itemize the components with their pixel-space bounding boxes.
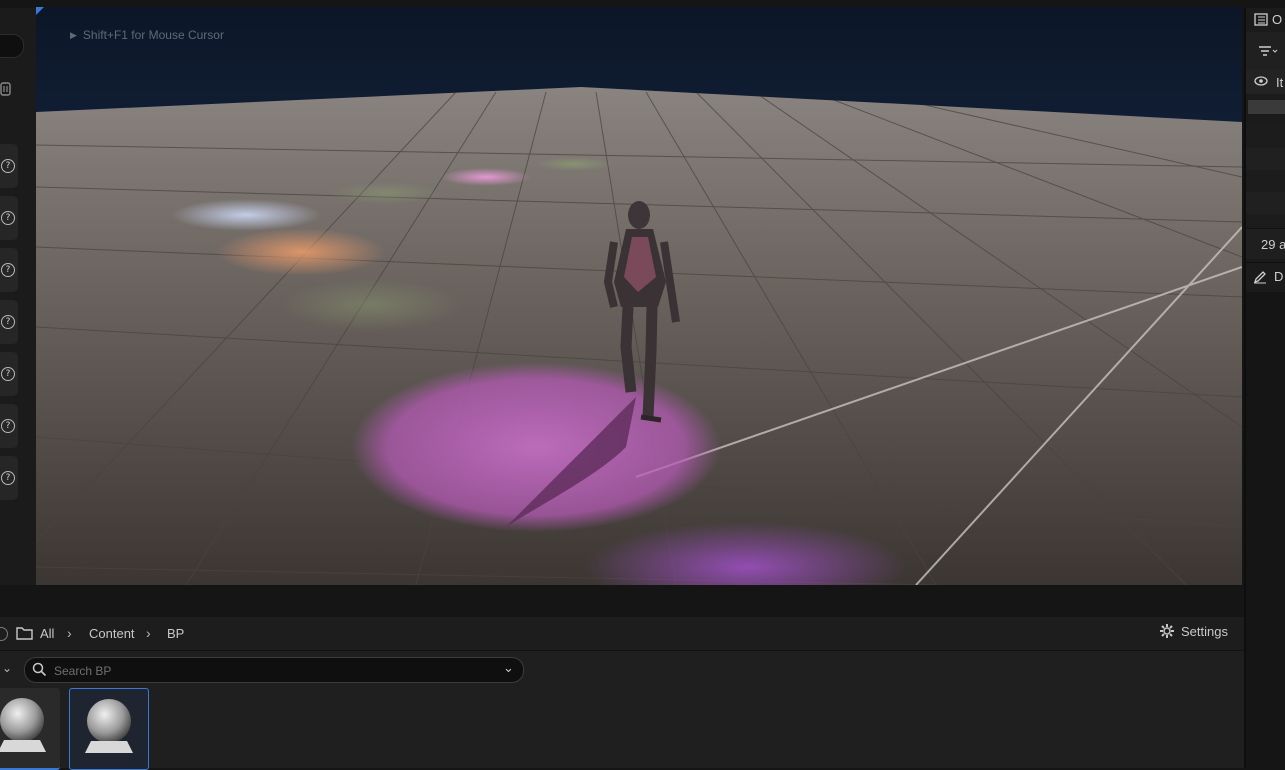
viewport-scene	[36, 7, 1242, 585]
outliner-list	[1246, 126, 1285, 226]
outliner-selected-row[interactable]	[1248, 100, 1285, 114]
details-title: D	[1274, 269, 1284, 284]
outliner-title: O	[1272, 12, 1283, 27]
viewport-corner-marker	[36, 7, 44, 15]
play-triangle-icon: ▶	[70, 29, 77, 40]
level-viewport[interactable]	[36, 7, 1242, 585]
breadcrumb-content[interactable]: Content	[89, 626, 135, 641]
breadcrumb-all[interactable]: All	[40, 626, 54, 641]
breadcrumb-bp[interactable]: BP	[167, 626, 184, 641]
pencil-icon	[1253, 271, 1266, 284]
gear-icon	[1160, 624, 1174, 638]
help-icon: ?	[1, 419, 15, 433]
help-button-6[interactable]: ?	[0, 404, 18, 448]
help-button-7[interactable]: ?	[0, 456, 18, 500]
help-button-4[interactable]: ?	[0, 300, 18, 344]
content-browser-toolbar: All › Content › BP Settings	[0, 617, 1244, 651]
help-button-5[interactable]: ?	[0, 352, 18, 396]
filter-icon[interactable]	[1258, 44, 1278, 62]
help-button-2[interactable]: ?	[0, 196, 18, 240]
outliner-details-panel: O It 29 a D	[1244, 8, 1285, 768]
chevron-right-icon[interactable]: ›	[146, 625, 151, 641]
search-box[interactable]: ⌄	[24, 657, 524, 683]
help-icon: ?	[1, 263, 15, 277]
material-sphere-icon	[85, 699, 133, 753]
help-button-3[interactable]: ?	[0, 248, 18, 292]
folder-icon[interactable]	[16, 626, 33, 645]
help-icon: ?	[1, 159, 15, 173]
search-options-chevron-icon[interactable]: ⌄	[503, 660, 514, 676]
eye-icon[interactable]	[1254, 76, 1268, 86]
help-icon: ?	[1, 471, 15, 485]
details-body	[1246, 292, 1285, 768]
outliner-icon	[1254, 13, 1268, 26]
actor-count: 29 a	[1261, 237, 1285, 252]
help-icon: ?	[1, 367, 15, 381]
left-panel-search-pill[interactable]	[0, 34, 24, 58]
history-icon[interactable]	[0, 627, 8, 641]
settings-label: Settings	[1181, 623, 1228, 639]
help-button-1[interactable]: ?	[0, 144, 18, 188]
outliner-footer: 29 a	[1246, 228, 1285, 259]
help-icon: ?	[1, 211, 15, 225]
chevron-down-icon[interactable]: ⌄	[2, 661, 12, 675]
asset-tile-material-1[interactable]	[0, 688, 60, 770]
chevron-right-icon[interactable]: ›	[67, 625, 72, 641]
material-sphere-icon	[0, 698, 46, 752]
item-label-column-header[interactable]: It	[1276, 75, 1283, 90]
help-icon: ?	[1, 315, 15, 329]
mouse-hint-text: Shift+F1 for Mouse Cursor	[82, 28, 224, 42]
placement-mode-icon[interactable]	[0, 80, 12, 98]
settings-button[interactable]: Settings	[1159, 623, 1228, 639]
viewport-bottom-bar	[0, 585, 1244, 617]
search-icon	[32, 662, 47, 677]
outliner-tab[interactable]: O	[1254, 12, 1282, 27]
asset-tile-material-2[interactable]	[69, 688, 149, 770]
details-tab[interactable]: D	[1246, 262, 1285, 291]
outliner-header-row: It	[1246, 70, 1285, 94]
mouse-cursor-hint: ▶ Shift+F1 for Mouse Cursor	[70, 28, 224, 42]
search-input[interactable]	[52, 661, 496, 680]
